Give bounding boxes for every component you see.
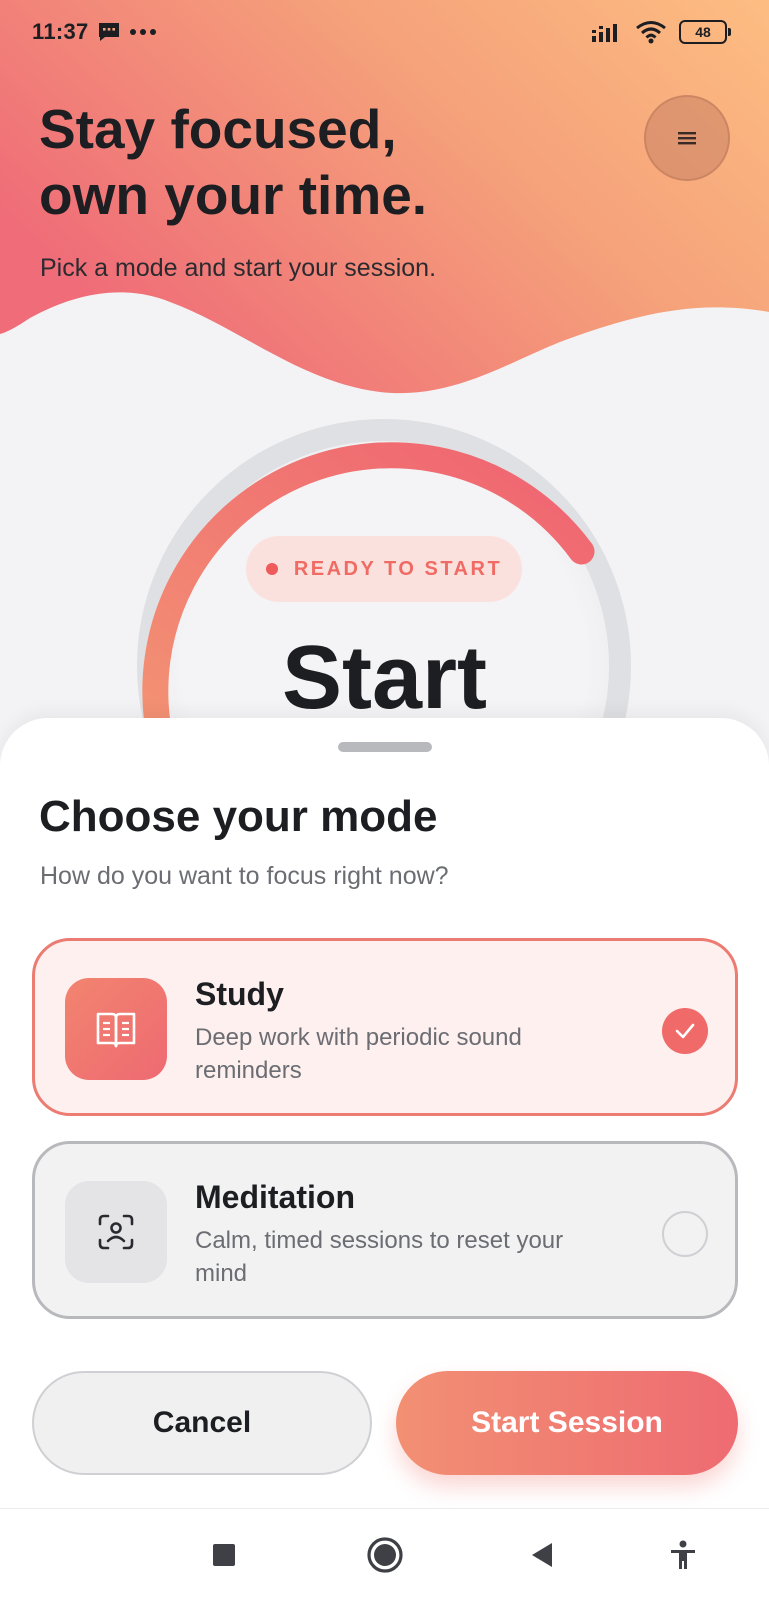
more-dots-icon xyxy=(129,29,156,35)
clock: 11:37 xyxy=(32,19,89,44)
status-bar: 11:37 48 xyxy=(0,0,769,64)
mode-name-study: Study xyxy=(195,976,284,1012)
mode-icon-meditation xyxy=(65,1181,167,1283)
mode-icon-study xyxy=(65,978,167,1080)
back-icon xyxy=(532,1543,552,1567)
home-icon xyxy=(367,1537,403,1573)
mode-bottom-sheet: Choose your mode How do you want to focu… xyxy=(0,718,769,1508)
status-badge: READY TO START xyxy=(246,536,522,602)
check-icon xyxy=(675,1023,695,1039)
mode-card-study[interactable]: Study Deep work with periodic sound remi… xyxy=(32,938,738,1116)
mode-radio-study[interactable] xyxy=(662,1008,708,1054)
hero-title-line1: Stay focused, xyxy=(39,98,397,160)
menu-icon xyxy=(678,132,696,145)
mode-radio-meditation[interactable] xyxy=(662,1211,708,1257)
hero-title-line2: own your time. xyxy=(39,164,428,226)
recents-button[interactable] xyxy=(200,1531,248,1579)
status-label: READY TO START xyxy=(293,557,503,580)
hero-subtitle: Pick a mode and start your session. xyxy=(40,254,437,282)
menu-button[interactable] xyxy=(644,95,730,181)
hero-title: Stay focused, own your time. xyxy=(39,96,599,228)
face-scan-icon xyxy=(98,1214,134,1250)
sheet-title: Choose your mode xyxy=(39,792,438,841)
battery-level: 48 xyxy=(695,24,711,40)
signal-icon xyxy=(592,24,617,42)
mode-desc-study: Deep work with periodic sound reminders xyxy=(195,1024,522,1084)
recents-icon xyxy=(213,1544,235,1566)
battery-icon: 48 xyxy=(679,20,731,44)
system-nav-bar xyxy=(0,1508,769,1600)
mode-desc-meditation: Calm, timed sessions to reset your mind xyxy=(195,1227,564,1287)
book-icon xyxy=(96,1012,136,1048)
accessibility-button[interactable] xyxy=(659,1531,707,1579)
status-dot xyxy=(265,563,278,575)
wifi-icon xyxy=(636,21,666,44)
cancel-button[interactable]: Cancel xyxy=(32,1371,372,1475)
mode-name-meditation: Meditation xyxy=(195,1179,355,1215)
back-button[interactable] xyxy=(518,1531,566,1579)
mode-card-meditation[interactable]: Meditation Calm, timed sessions to reset… xyxy=(32,1141,738,1319)
accessibility-icon xyxy=(671,1540,695,1569)
timer-label: Start xyxy=(281,628,488,728)
status-left: 11:37 xyxy=(32,19,157,45)
start-session-button[interactable]: Start Session xyxy=(396,1371,738,1475)
sheet-subtitle: How do you want to focus right now? xyxy=(40,862,449,890)
message-icon xyxy=(98,23,119,41)
drag-handle[interactable] xyxy=(338,742,432,752)
status-right: 48 xyxy=(591,20,731,44)
home-button[interactable] xyxy=(361,1531,409,1579)
